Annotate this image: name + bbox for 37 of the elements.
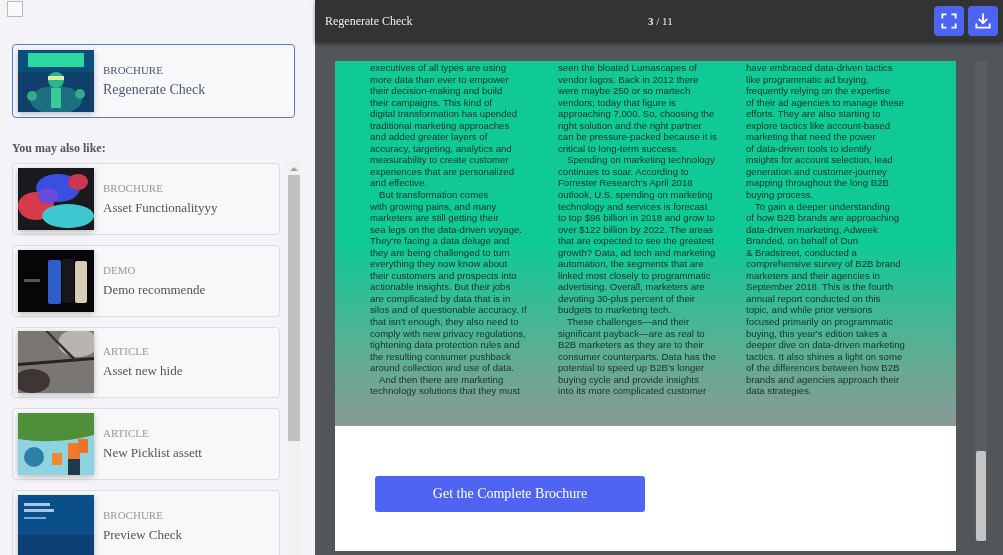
asset-card[interactable]: DEMO Demo recommende: [12, 244, 280, 317]
document-title: Regenerate Check: [325, 13, 413, 29]
asset-title: Asset new hide: [103, 363, 183, 380]
asset-title: Asset Functionalityyy: [103, 199, 218, 216]
scrollbar[interactable]: [287, 162, 300, 555]
paragraph: seen the bloated Lumascapes of vendor logos. Back in 2012 there were maybe 250 or so martech vendors; today that figure is approaching 7,000. So, choosing the right solution and the right partner can be pressure-packed because it is critical to long-term success.: [558, 62, 718, 155]
scrollbar[interactable]: [975, 61, 987, 541]
paragraph: executives of all types are using more data than ever to empower their decision-making and build their campaigns. This kind of digital transformation has upended traditional marketing approaches and added greater layers of accuracy, targeting, analytics and measurability to create customer experiences that are personalized and effective.: [370, 62, 519, 189]
paragraph: Spending on marketing technology continues to soar. According to Forrester Research's April 2018 outlook, U.S. spending on marketing technology and services is forecast to top $96 billion in 2018 and grow to over $122 billion by 2022. The areas that are expected to see the greatest growth? Data, ad tech and marketing automation, the segments that are linked most closely to programmatic advertising. Overall, marketers are devoting 30-plus percent of their budgets to marketing tech.: [558, 154, 717, 317]
section-heading: You may also like:: [12, 141, 107, 156]
asset-type: BROCHURE: [103, 509, 164, 522]
paragraph: have embraced data-driven tactics like programmatic ad buying, frequently relying on the expertise of their ad agencies to manage these efforts. They are also starting to explore tactics like account-based marketing that need the power of data-driven tools to identify insights for account selection, lead generation and customer-journey mapping throughout the long B2B buying process.: [746, 62, 905, 201]
paragraph: And then there are marketing technology solutions that they must: [370, 373, 521, 397]
page-indicator: 3 / 11: [648, 15, 673, 27]
asset-card[interactable]: BROCHURE Asset Functionalityyy: [12, 163, 280, 235]
fullscreen-button[interactable]: [934, 6, 964, 36]
fullscreen-icon: [939, 11, 959, 31]
asset-title: Demo recommende: [103, 281, 206, 298]
asset-title: Preview Check: [103, 527, 183, 544]
download-icon: [973, 11, 993, 31]
asset-card[interactable]: ARTICLE New Picklist assett: [12, 408, 280, 481]
checkbox[interactable]: [7, 1, 23, 17]
paragraph: These challenges—and their significant payback—are as real to B2B marketers as they are to their consumer counterparts. Data has the potential to speed up B2B's longer buying cycle and provide insights into its more complicated customer: [558, 316, 717, 397]
download-button[interactable]: [968, 6, 998, 36]
asset-card[interactable]: ARTICLE Asset new hide: [12, 326, 280, 399]
paragraph: But transformation comes with growing pains, and many marketers are still getting their sea legs on the data-driven voyage. They're facing a data deluge and they are being challenged to turn everything they now know about their customers and prospects into actionable insights. But their jobs are complicated by data that is in silos and of questionable accuracy. If that isn't enough, they also need to comply with new privacy regulations, tightening data protection rules and the resulting consumer pushback around collection and use of data.: [370, 189, 528, 374]
paragraph: To gain a deeper understanding of how B2B brands are approaching data-driven marketing, Adweek Branded, on behalf of Dun & Bradstreet, conducted a comprehensive survey of B2B brand marketers and their agencies in September 2018. This is the fourth annual report conducted on this topic, and while prior versions focused primarily on programmatic buying, this year's edition takes a deeper dive on data-driven marketing tactics. It also shines a light on some of the differences between how B2B brands and agencies approach their data strategies.: [746, 200, 906, 397]
asset-type: BROCHURE: [103, 64, 164, 76]
asset-card[interactable]: BROCHURE Preview Check: [12, 490, 280, 555]
asset-card[interactable]: BROCHURE Regenerate Check: [12, 44, 295, 118]
asset-type: ARTICLE: [103, 345, 150, 358]
asset-type: BROCHURE: [103, 181, 164, 194]
download-cta-button[interactable]: Get the Complete Brochure: [375, 476, 645, 512]
asset-title: Regenerate Check: [103, 82, 206, 98]
asset-title: New Picklist assett: [103, 445, 202, 462]
asset-type: DEMO: [103, 263, 137, 276]
asset-type: ARTICLE: [103, 427, 150, 440]
